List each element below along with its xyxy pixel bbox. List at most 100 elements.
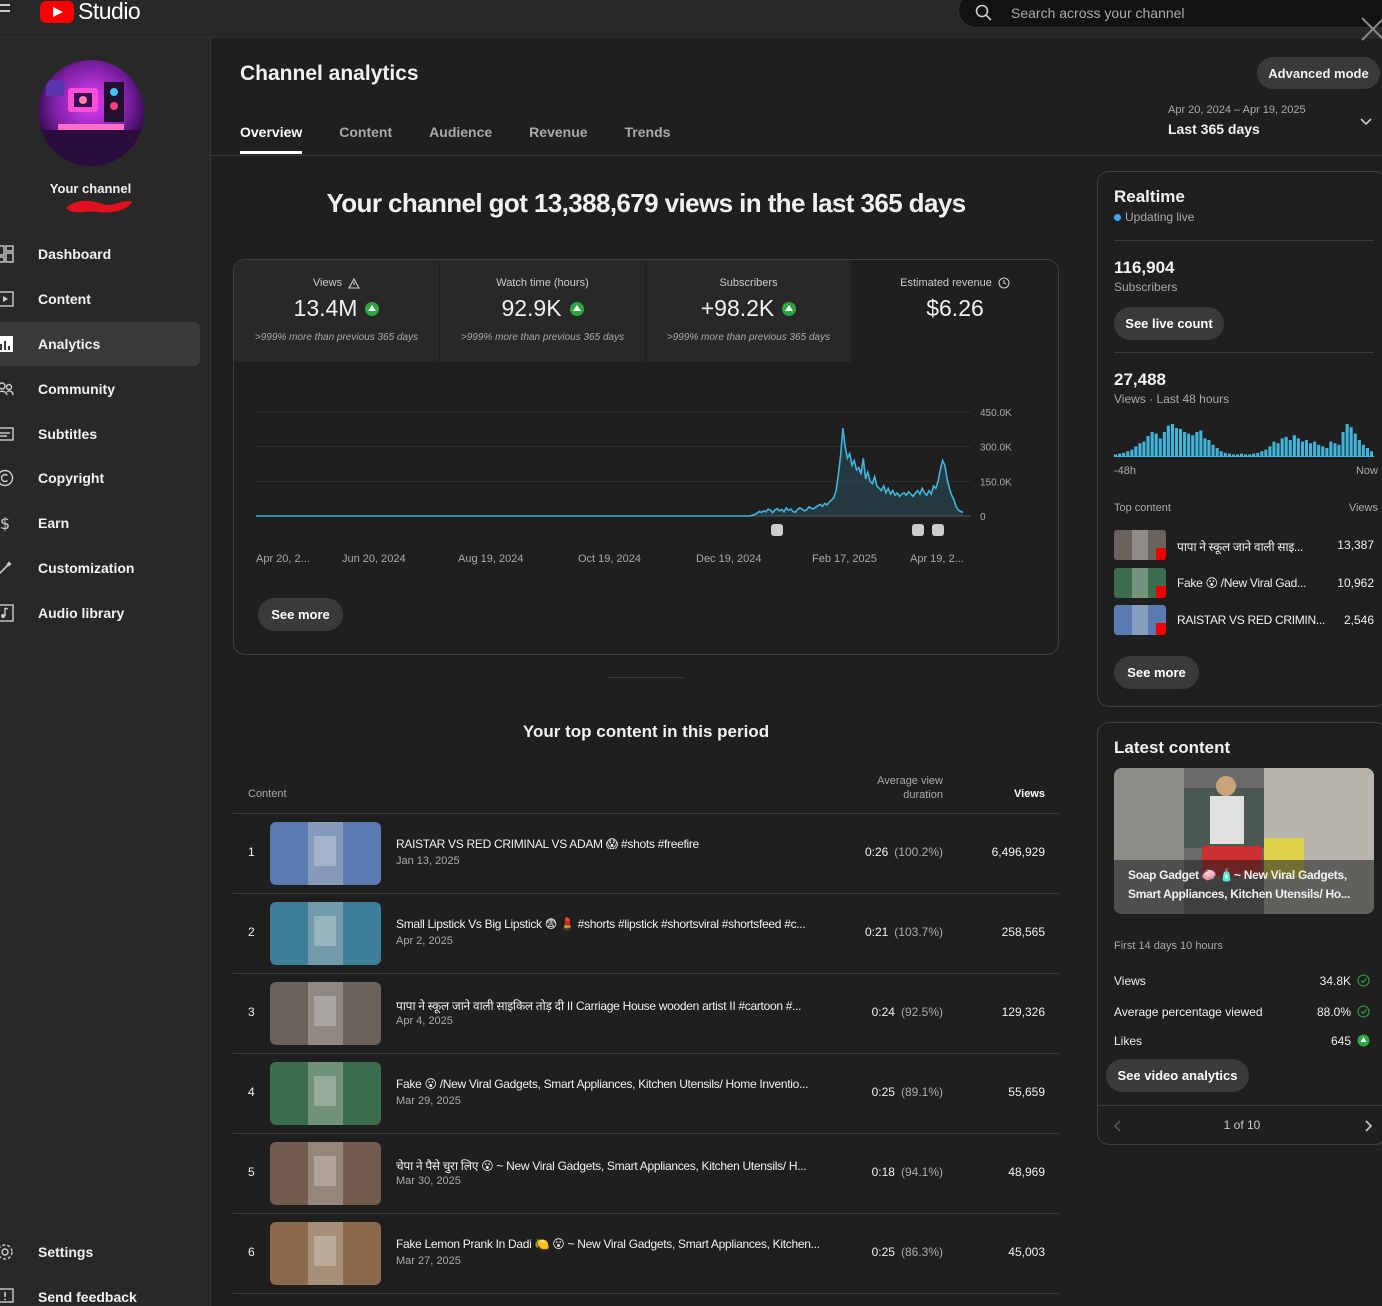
realtime-bar — [1134, 446, 1138, 456]
sidebar-item-label: Analytics — [38, 335, 101, 352]
sidebar-item-community[interactable]: Community — [0, 366, 200, 411]
table-row[interactable]: 5 चेपा ने पैसे चुरा लिए 😮 ~ New Viral Gad… — [233, 1134, 1059, 1214]
close-icon[interactable] — [1358, 14, 1382, 42]
realtime-title: Realtime — [1114, 187, 1185, 206]
advanced-mode-button[interactable]: Advanced mode — [1257, 57, 1380, 89]
video-thumbnail — [1114, 568, 1166, 598]
table-row[interactable]: 1 RAISTAR VS RED CRIMINAL VS ADAM 😱 #shot… — [233, 814, 1059, 894]
video-thumbnail[interactable] — [270, 902, 381, 965]
sidebar-item-analytics[interactable]: Analytics — [0, 321, 200, 367]
tab-content[interactable]: Content — [339, 124, 392, 154]
table-row[interactable]: 3 पापा ने स्कूल जाने वाली साइकिल तोड़ दी … — [233, 974, 1059, 1054]
chevron-down-icon[interactable] — [1358, 114, 1374, 130]
see-more-button[interactable]: See more — [258, 598, 343, 631]
metric-revenue[interactable]: Estimated revenue $6.26 — [852, 260, 1058, 362]
avd-value: 0:18 — [871, 1165, 895, 1179]
metric-subscribers[interactable]: Subscribers +98.2K >999% more than previ… — [646, 260, 852, 362]
video-thumbnail[interactable] — [270, 1142, 381, 1205]
search-icon[interactable] — [975, 4, 993, 22]
realtime-bar — [1272, 441, 1276, 456]
check-circle-icon — [1357, 974, 1370, 987]
sidebar: Your channel Dashboard Content Analytics… — [0, 38, 211, 1306]
metric-watch-time[interactable]: Watch time (hours) 92.9K >999% more than… — [440, 260, 646, 362]
realtime-bar — [1166, 425, 1170, 456]
realtime-top-item[interactable]: Fake 😮 /New Viral Gad... 10,962 — [1114, 568, 1374, 600]
table-row[interactable]: 2 Small Lipstick Vs Big Lipstick 😨 💄 #sho… — [233, 894, 1059, 974]
row-rank: 1 — [248, 845, 255, 859]
realtime-bar-chart — [1114, 424, 1374, 457]
sidebar-item-send-feedback[interactable]: Send feedback — [0, 1275, 200, 1306]
redaction-scribble — [66, 200, 132, 213]
video-title[interactable]: पापा ने स्कूल जाने वाली साइकिल तोड़ दी I… — [396, 997, 836, 1014]
tab-overview[interactable]: Overview — [240, 124, 303, 154]
realtime-bar — [1333, 443, 1337, 456]
latest-video-thumbnail[interactable]: Soap Gadget 🧼 🧴~ New Viral Gadgets, Smar… — [1114, 768, 1374, 914]
avd-percent: (103.7%) — [894, 925, 943, 939]
video-title: Fake 😮 /New Viral Gad... — [1177, 576, 1307, 590]
tab-trends[interactable]: Trends — [625, 124, 671, 154]
realtime-bar — [1150, 432, 1154, 456]
sidebar-item-earn[interactable]: $ Earn — [0, 501, 200, 546]
check-circle-icon — [1357, 1005, 1370, 1018]
video-marker-icon[interactable] — [912, 524, 924, 536]
sidebar-item-settings[interactable]: Settings — [0, 1230, 200, 1275]
latest-content-panel: Latest content Soap Gadget 🧼 🧴~ New Vira… — [1097, 722, 1382, 1145]
sidebar-item-customization[interactable]: Customization — [0, 546, 200, 591]
see-live-count-button[interactable]: See live count — [1114, 307, 1224, 340]
sidebar-item-subtitles[interactable]: Subtitles — [0, 411, 200, 456]
realtime-bar — [1369, 451, 1373, 456]
realtime-top-item[interactable]: पापा ने स्कूल जाने वाली साइ... 13,387 — [1114, 530, 1374, 562]
video-thumbnail[interactable] — [270, 982, 381, 1045]
header-divider — [211, 155, 1097, 156]
chevron-right-icon[interactable] — [1362, 1119, 1374, 1133]
realtime-bar — [1317, 444, 1321, 456]
realtime-bar — [1162, 432, 1166, 456]
video-title[interactable]: RAISTAR VS RED CRIMINAL VS ADAM 😱 #shots… — [396, 837, 836, 851]
metric-views[interactable]: Views 13.4M >999% more than previous 365… — [234, 260, 440, 362]
top-content-table: 1 RAISTAR VS RED CRIMINAL VS ADAM 😱 #shot… — [233, 814, 1059, 1294]
column-header-views[interactable]: Views — [1014, 788, 1045, 800]
video-views: 258,565 — [1001, 925, 1045, 939]
video-title: RAISTAR VS RED CRIMIN... — [1177, 613, 1325, 627]
video-title[interactable]: Small Lipstick Vs Big Lipstick 😨 💄 #shor… — [396, 917, 836, 931]
date-range: Apr 20, 2024 – Apr 19, 2025 — [1168, 104, 1306, 116]
sidebar-item-content[interactable]: Content — [0, 277, 200, 322]
realtime-top-item[interactable]: RAISTAR VS RED CRIMIN... 2,546 — [1114, 605, 1374, 637]
studio-logo[interactable]: Studio — [40, 0, 141, 25]
video-title[interactable]: Fake 😮 /New Viral Gadgets, Smart Applian… — [396, 1077, 836, 1091]
video-thumbnail[interactable] — [270, 822, 381, 885]
realtime-bar — [1304, 440, 1308, 456]
avg-view-duration: 0:25 (86.3%) — [793, 1245, 943, 1259]
tab-revenue[interactable]: Revenue — [529, 124, 587, 154]
sidebar-item-dashboard[interactable]: Dashboard — [0, 232, 200, 277]
search-input[interactable] — [1011, 5, 1371, 21]
video-thumbnail[interactable] — [270, 1222, 381, 1285]
latest-period: First 14 days 10 hours — [1114, 940, 1223, 952]
stat-value: 88.0% — [1316, 1005, 1351, 1019]
sidebar-item-copyright[interactable]: Copyright — [0, 456, 200, 501]
video-thumbnail[interactable] — [270, 1062, 381, 1125]
video-marker-icon[interactable] — [771, 524, 783, 536]
table-row[interactable]: 6 Fake Lemon Prank In Dadi 🍋 😮 ~ New Vira… — [233, 1214, 1059, 1294]
video-date: Mar 29, 2025 — [396, 1095, 461, 1107]
avd-percent: (86.3%) — [900, 1245, 943, 1259]
realtime-subscribers-value: 116,904 — [1114, 258, 1175, 277]
x-tick-label: Feb 17, 2025 — [812, 553, 877, 565]
see-video-analytics-button[interactable]: See video analytics — [1106, 1059, 1249, 1092]
realtime-see-more-button[interactable]: See more — [1114, 656, 1199, 689]
video-title[interactable]: Fake Lemon Prank In Dadi 🍋 😮 ~ New Viral… — [396, 1237, 836, 1251]
top-content-label: Top content — [1114, 502, 1171, 514]
latest-title: Latest content — [1114, 738, 1231, 757]
channel-avatar[interactable] — [38, 60, 144, 166]
hamburger-menu-icon[interactable] — [0, 2, 22, 22]
date-range-label[interactable]: Last 365 days — [1168, 121, 1260, 137]
video-marker-icon[interactable] — [932, 524, 944, 536]
tab-audience[interactable]: Audience — [429, 124, 492, 154]
avd-percent: (100.2%) — [894, 845, 943, 859]
sidebar-item-audio-library[interactable]: Audio library — [0, 590, 200, 635]
table-row[interactable]: 4 Fake 😮 /New Viral Gadgets, Smart Applia… — [233, 1054, 1059, 1134]
stat-label: Views — [1114, 974, 1146, 988]
video-title[interactable]: चेपा ने पैसे चुरा लिए 😮 ~ New Viral Gadg… — [396, 1157, 836, 1174]
video-date: Mar 27, 2025 — [396, 1255, 461, 1267]
video-date: Jan 13, 2025 — [396, 855, 460, 867]
